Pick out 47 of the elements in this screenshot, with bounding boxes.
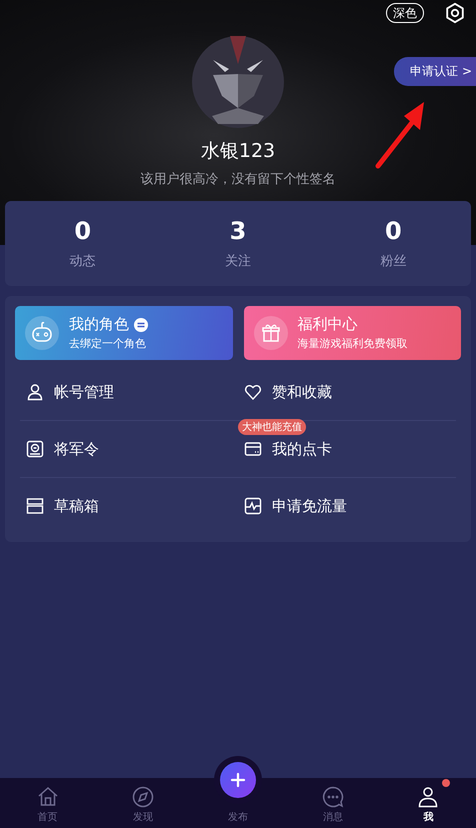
tab-item[interactable]: 发布 <box>190 756 286 828</box>
stat-label[interactable]: 粉丝 <box>380 252 406 270</box>
card-title: 我的角色 <box>69 315 129 334</box>
menu-item[interactable]: 申请免流量 <box>238 478 456 534</box>
stat-value: 3 <box>230 218 246 244</box>
card-title: 福利中心 <box>298 315 358 334</box>
feature-card[interactable]: 我的角色 去绑定一个角色 <box>15 306 232 360</box>
menu-label: 申请免流量 <box>272 496 347 516</box>
menu-item[interactable]: 将军令 <box>20 421 238 478</box>
menu-item[interactable]: 帐号管理 <box>20 364 238 421</box>
compass-icon <box>132 786 154 808</box>
token-icon <box>26 440 44 458</box>
tab-item[interactable]: 发现 <box>95 774 190 828</box>
home-icon <box>36 786 59 808</box>
card-icon <box>244 440 262 458</box>
card-subtitle: 海量游戏福利免费领取 <box>298 336 408 351</box>
stat-value: 0 <box>74 218 92 244</box>
theme-button[interactable]: 深色 <box>386 3 424 23</box>
pulse-icon <box>244 497 262 515</box>
menu-label: 帐号管理 <box>54 382 114 402</box>
signature: 该用户很高冷，没有留下个性签名 <box>140 171 336 188</box>
avatar[interactable] <box>192 36 284 128</box>
menu-label: 赞和收藏 <box>272 382 332 402</box>
certify-button[interactable]: 申请认证 > <box>394 57 476 86</box>
tab-item[interactable]: 我 <box>380 774 476 828</box>
settings-icon[interactable] <box>444 2 466 24</box>
card-subtitle: 去绑定一个角色 <box>69 336 147 351</box>
drafts-icon <box>26 497 44 515</box>
person-icon <box>417 786 440 808</box>
menu-label: 将军令 <box>54 440 99 458</box>
menu-label: 我的点卡 <box>272 440 332 458</box>
tab-item[interactable]: 消息 <box>286 774 381 828</box>
chat-icon <box>322 786 344 808</box>
robot-icon <box>25 316 59 350</box>
stat-value: 0 <box>384 218 402 244</box>
stat-label[interactable]: 关注 <box>224 252 251 270</box>
gift-icon <box>254 316 288 350</box>
tab-item[interactable]: 首页 <box>0 774 96 828</box>
username: 水银123 <box>200 139 276 164</box>
menu-label: 草稿箱 <box>54 496 99 516</box>
menu-item[interactable]: 草稿箱 <box>20 478 238 534</box>
person-icon <box>26 383 44 401</box>
promo-tag: 大神也能充值 <box>238 419 306 435</box>
heart-icon <box>244 383 262 401</box>
menu-item[interactable]: 大神也能充值 我的点卡 <box>238 421 456 478</box>
switch-icon[interactable] <box>134 318 148 332</box>
stat-label[interactable]: 动态 <box>70 252 96 270</box>
